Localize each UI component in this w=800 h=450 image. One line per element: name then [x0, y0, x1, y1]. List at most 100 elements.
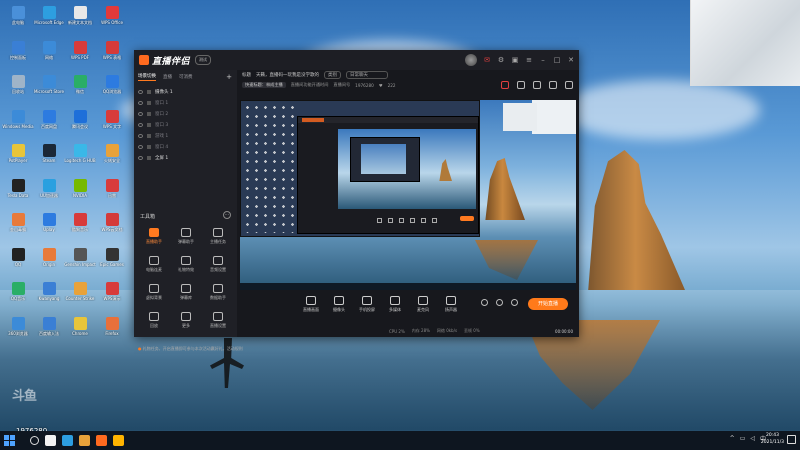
- settings-icon[interactable]: ⚙: [497, 56, 505, 64]
- desktop-icon[interactable]: Microsoft Edge: [33, 4, 65, 36]
- desktop-icon[interactable]: 控制面板: [2, 39, 34, 71]
- taskbar-app-icon[interactable]: [62, 435, 73, 446]
- share-icon[interactable]: [565, 81, 573, 89]
- desktop-icon[interactable]: UU加速器: [33, 177, 65, 209]
- taskbar-app-icon[interactable]: [96, 435, 107, 446]
- desktop-icon[interactable]: Firefox: [96, 315, 128, 347]
- network-icon[interactable]: ▭: [740, 435, 746, 442]
- tool-button[interactable]: 直播助手: [138, 228, 170, 250]
- tab-scenes[interactable]: 场景切换: [138, 73, 156, 81]
- desktop-icon[interactable]: Chrome: [64, 315, 96, 347]
- desktop-icon[interactable]: PotPlayer: [2, 142, 34, 174]
- tool-button[interactable]: 虚拟背景: [138, 284, 170, 306]
- tool-button[interactable]: 电脑连麦: [138, 256, 170, 278]
- eye-icon[interactable]: [138, 89, 143, 94]
- tool-button[interactable]: 主播任务: [202, 228, 234, 250]
- desktop-icon[interactable]: 火绒安全: [96, 142, 128, 174]
- record-icon[interactable]: [501, 81, 509, 89]
- toolbox-more-button[interactable]: ⋯: [223, 211, 231, 219]
- tool-button[interactable]: 音频设置: [202, 256, 234, 278]
- tool-button[interactable]: 弹幕助手: [170, 228, 202, 250]
- menu-icon[interactable]: ≡: [525, 56, 533, 64]
- desktop-icon[interactable]: 微信: [64, 73, 96, 105]
- preview-eye-icon[interactable]: [496, 299, 503, 306]
- desktop-icon[interactable]: 酷狗音乐: [64, 211, 96, 243]
- desktop-icon[interactable]: QQ音乐: [2, 280, 34, 312]
- desktop-icon[interactable]: Counter Strike: [64, 280, 96, 312]
- desktop-icon[interactable]: Kwanyang: [33, 280, 65, 312]
- scene-item[interactable]: 全屏 1: [138, 152, 233, 163]
- quick-title-tag[interactable]: 快速标题：林成主播: [242, 82, 286, 88]
- stream-preview[interactable]: [240, 100, 576, 290]
- taskbar-app-icon[interactable]: [113, 435, 124, 446]
- desktop-icon[interactable]: 360浏览器: [2, 315, 34, 347]
- category-label[interactable]: 类别: [324, 71, 341, 79]
- speaker-button[interactable]: 扬声器: [435, 294, 467, 313]
- tool-button[interactable]: 弹幕库: [170, 284, 202, 306]
- avatar[interactable]: [465, 54, 477, 66]
- start-live-button[interactable]: 开始直播: [528, 298, 568, 310]
- start-button[interactable]: [4, 435, 18, 446]
- eye-icon[interactable]: [138, 155, 143, 160]
- tool-button[interactable]: 数据助手: [202, 284, 234, 306]
- floating-image-window[interactable]: [690, 0, 800, 86]
- tool-button[interactable]: 礼物特效: [170, 256, 202, 278]
- desktop-icon[interactable]: Uplay: [33, 211, 65, 243]
- version-badge[interactable]: 测试: [195, 55, 212, 65]
- record-video-icon[interactable]: [481, 299, 488, 306]
- desktop-icon[interactable]: 此电脑: [2, 4, 34, 36]
- close-icon[interactable]: ✕: [567, 56, 575, 64]
- skin-icon[interactable]: ▣: [511, 56, 519, 64]
- desktop-icon[interactable]: 百度输入法: [33, 315, 65, 347]
- settings-gear-icon[interactable]: [511, 299, 518, 306]
- desktop-icon[interactable]: Steam: [33, 142, 65, 174]
- desktop-icon[interactable]: 金山毒霸: [2, 211, 34, 243]
- taskbar-clock[interactable]: 20:43 2021/11/3: [761, 432, 784, 446]
- desktop-icon[interactable]: QQ浏览器: [96, 73, 128, 105]
- desktop-icon[interactable]: 回收站: [2, 73, 34, 105]
- tool-button[interactable]: 更多: [170, 312, 202, 334]
- live-streaming-app-window[interactable]: 直播伴侣 测试 ✉ ⚙ ▣ ≡ – □ ✕ 场景切换 直播 可消费 + 摄像头 …: [134, 50, 579, 351]
- desktop-icon[interactable]: WPS 文字: [96, 108, 128, 140]
- scene-item[interactable]: 游戏 1: [138, 130, 233, 141]
- scene-item[interactable]: 窗口 3: [138, 119, 233, 130]
- minimize-icon[interactable]: –: [539, 56, 547, 64]
- eye-icon[interactable]: [138, 100, 143, 105]
- desktop-icon[interactable]: 腾讯会议: [64, 108, 96, 140]
- desktop-icon[interactable]: 迅雷: [96, 177, 128, 209]
- desktop-icon[interactable]: WPS Office: [96, 4, 128, 36]
- chevron-up-icon[interactable]: ^: [730, 435, 735, 442]
- taskbar-app-icon[interactable]: [79, 435, 90, 446]
- desktop-icon[interactable]: 新建文本文档: [64, 4, 96, 36]
- desktop-icon[interactable]: WPS 表格: [96, 39, 128, 71]
- desktop-icon[interactable]: Epic Games: [96, 246, 128, 278]
- bell-icon[interactable]: [549, 81, 557, 89]
- tool-button[interactable]: 直播设置: [202, 312, 234, 334]
- layout-icon[interactable]: [533, 81, 541, 89]
- scene-item[interactable]: 窗口 1: [138, 97, 233, 108]
- desktop-icon[interactable]: NVIDIA: [64, 177, 96, 209]
- eye-icon[interactable]: [138, 144, 143, 149]
- volume-icon[interactable]: ◁: [750, 435, 755, 442]
- stream-title[interactable]: 天籁，直播码一玩我是没学歌的: [256, 72, 319, 78]
- search-icon[interactable]: [30, 436, 39, 445]
- notification-icon[interactable]: ✉: [483, 56, 491, 64]
- notice-bar[interactable]: ● 礼物任务，开启直播即可参与本次活动赢好礼，活动规则: [138, 346, 243, 352]
- eye-icon[interactable]: [138, 111, 143, 116]
- desktop-icon[interactable]: Origin: [33, 246, 65, 278]
- maximize-icon[interactable]: □: [553, 56, 561, 64]
- desktop-icon[interactable]: WPS演示: [96, 280, 128, 312]
- title-bar[interactable]: 直播伴侣 测试 ✉ ⚙ ▣ ≡ – □ ✕: [134, 50, 579, 70]
- desktop-icon[interactable]: Genshin Impact: [64, 246, 96, 278]
- tool-button[interactable]: 回放: [138, 312, 170, 334]
- scene-item[interactable]: 摄像头 1: [138, 86, 233, 97]
- desktop-icon[interactable]: 网络: [33, 39, 65, 71]
- lock-icon[interactable]: [517, 81, 525, 89]
- add-tab-button[interactable]: +: [226, 73, 232, 81]
- eye-icon[interactable]: [138, 133, 143, 138]
- desktop-icon[interactable]: 百度网盘: [33, 108, 65, 140]
- desktop-icon[interactable]: Windows Media: [2, 108, 34, 140]
- taskbar-app-icon[interactable]: [45, 435, 56, 446]
- desktop-icon[interactable]: WPS云文档: [96, 211, 128, 243]
- notification-center-icon[interactable]: [787, 435, 796, 444]
